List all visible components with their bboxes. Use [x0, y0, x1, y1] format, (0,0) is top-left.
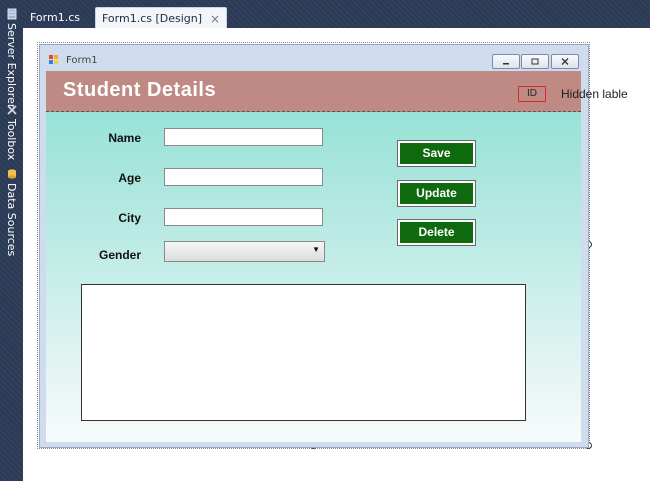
- server-explorer-tab[interactable]: Server Explorer: [2, 8, 21, 108]
- close-button[interactable]: [551, 54, 579, 69]
- data-sources-tab[interactable]: Data Sources: [2, 168, 21, 256]
- tab-form1-design[interactable]: Form1.cs [Design] ×: [95, 7, 228, 29]
- document-tab-bar: Form1.cs Form1.cs [Design] ×: [23, 0, 650, 29]
- tab-label: Form1.cs [Design]: [102, 12, 203, 25]
- name-input[interactable]: [164, 128, 323, 146]
- form-client-area: Student Details ID Hidden lable Name Age…: [46, 71, 628, 442]
- form-icon: [49, 55, 58, 64]
- form-title: Form1: [66, 55, 98, 66]
- tab-label: Form1.cs: [30, 11, 80, 24]
- toolbox-icon: [6, 105, 17, 115]
- toolbox-tab[interactable]: Toolbox: [2, 104, 21, 160]
- maximize-icon: [531, 58, 539, 65]
- page-title: Student Details: [63, 79, 217, 101]
- delete-button[interactable]: Delete: [397, 219, 476, 246]
- student-grid[interactable]: [81, 284, 526, 421]
- name-label: Name: [108, 131, 141, 145]
- city-label: City: [118, 211, 141, 225]
- tab-form1-cs[interactable]: Form1.cs: [24, 7, 86, 28]
- gender-label: Gender: [98, 248, 141, 262]
- tool-window-dock: Server Explorer Toolbox Data Sources: [0, 0, 23, 481]
- gender-combobox[interactable]: ▼: [164, 241, 325, 262]
- server-explorer-icon: [7, 8, 16, 20]
- chevron-down-icon[interactable]: ▼: [312, 245, 320, 254]
- close-icon[interactable]: ×: [210, 12, 220, 26]
- save-button[interactable]: Save: [397, 140, 476, 167]
- age-input[interactable]: [164, 168, 323, 186]
- minimize-button[interactable]: [492, 54, 520, 69]
- minimize-icon: [503, 62, 509, 64]
- designer-surface: Form1 Student Details ID Hidden lable Na…: [23, 28, 650, 481]
- form-titlebar: Form1: [40, 45, 588, 72]
- maximize-button[interactable]: [521, 54, 549, 69]
- data-sources-icon: [7, 169, 16, 179]
- close-icon: [561, 58, 569, 65]
- form-window: Form1 Student Details ID Hidden lable Na…: [39, 44, 628, 448]
- city-input[interactable]: [164, 208, 323, 226]
- hidden-label: Hidden lable: [561, 87, 628, 101]
- data-sources-label: Data Sources: [5, 183, 18, 257]
- update-button[interactable]: Update: [397, 180, 476, 207]
- toolbox-label: Toolbox: [5, 119, 18, 161]
- age-label: Age: [118, 171, 141, 185]
- header-panel: Student Details ID Hidden lable: [46, 71, 628, 112]
- server-explorer-label: Server Explorer: [5, 23, 18, 109]
- id-label: ID: [518, 86, 546, 102]
